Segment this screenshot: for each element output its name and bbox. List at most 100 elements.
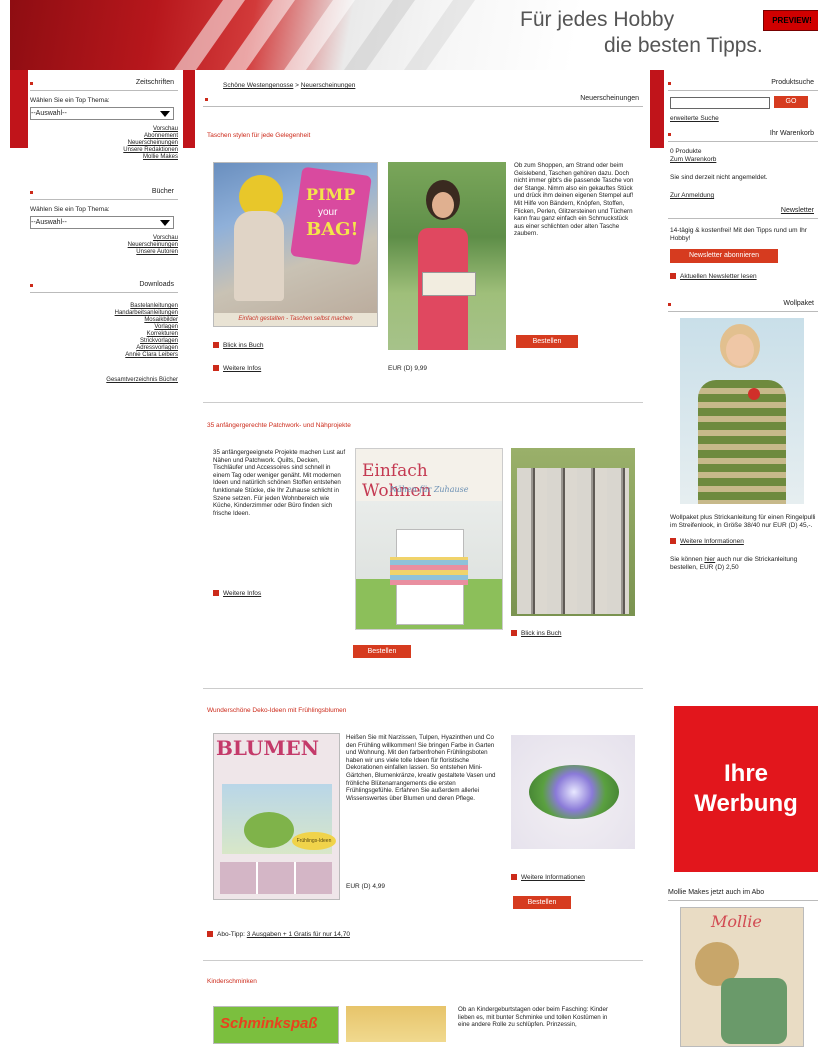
article2-headline: 35 anfängergerechte Patchwork- und Nähpr…	[207, 422, 351, 429]
section-header: Neuerscheinungen	[203, 94, 643, 107]
buecher-links: Vorschau Neuerscheinungen Unsere Autoren	[30, 235, 178, 256]
downloads-header: Downloads	[30, 280, 178, 293]
bullet-icon	[670, 538, 676, 545]
model-sweater	[698, 380, 786, 504]
select-value: --Auswahl--	[31, 219, 67, 226]
wolle-info: Weitere Informationen	[670, 538, 818, 546]
cover-title: Schminkspaß	[220, 1015, 318, 1032]
bullet-icon	[213, 365, 219, 372]
photo-fabrics	[517, 468, 629, 614]
blick-ins-buch-link[interactable]: Blick ins Buch	[223, 342, 263, 349]
link-abonnement[interactable]: Abonnement	[30, 133, 178, 140]
link-autoren[interactable]: Unsere Autoren	[30, 249, 178, 256]
link-gesamtverzeichnis[interactable]: Gesamtverzeichnis Bücher	[30, 377, 178, 384]
section-title: Neuerscheinungen	[580, 95, 639, 102]
left-red-bar	[10, 70, 28, 148]
article1-order-button[interactable]: Bestellen	[516, 335, 578, 348]
left-red-bar	[183, 70, 195, 148]
link-adressvorlagen[interactable]: Adressvorlagen	[30, 345, 178, 352]
advanced-search-link[interactable]: erweiterte Suche	[670, 115, 818, 123]
header-banner: Für jedes Hobby die besten Tipps. PREVIE…	[10, 0, 818, 70]
mollie-cover-image[interactable]: Mollie	[680, 907, 804, 1047]
cover-person	[234, 211, 284, 301]
cover-subtitle: Einfach gestalten - Taschen selbst mache…	[214, 313, 377, 326]
link-korrekturen[interactable]: Korrekturen	[30, 331, 178, 338]
article4-photo	[346, 1006, 446, 1042]
article4-headline: Kinderschminken	[207, 978, 257, 985]
zeitschriften-title: Zeitschriften	[135, 79, 174, 86]
wolle-image[interactable]	[680, 318, 804, 504]
article1-cover-image[interactable]: PIMP your BAG! Einfach gestalten - Tasch…	[213, 162, 378, 327]
zeitschriften-links: Vorschau Abonnement Neuerscheinungen Uns…	[30, 126, 178, 161]
link-annie-clara[interactable]: Annie Clara Leibers	[30, 352, 178, 359]
link-redaktionen[interactable]: Unsere Redaktionen	[30, 147, 178, 154]
link-bastelanleitungen[interactable]: Bastelanleitungen	[30, 303, 178, 310]
article3-photo	[511, 735, 635, 849]
bullet-icon	[30, 284, 33, 287]
breadcrumb-item[interactable]: Schöne Westengenosse	[223, 82, 293, 89]
bullet-icon	[511, 630, 517, 637]
weitere-infos-link[interactable]: Weitere Infos	[223, 365, 261, 372]
bullet-icon	[213, 342, 219, 349]
newsletter-button-row: Newsletter abonnieren	[668, 249, 818, 267]
article4-cover-image[interactable]: Schminkspaß	[213, 1006, 339, 1044]
cart-link[interactable]: Zum Warenkorb	[670, 156, 818, 164]
cover-badge: Frühlings-Ideen	[292, 832, 336, 850]
article1-body: Ob zum Shoppen, am Strand oder beim Geis…	[514, 162, 634, 238]
link-neuerscheinungen[interactable]: Neuerscheinungen	[30, 242, 178, 249]
bullet-icon	[30, 82, 33, 85]
login-link[interactable]: Zur Anmeldung	[670, 192, 818, 200]
weitere-infos-link[interactable]: Weitere Infos	[223, 590, 261, 597]
article2-order-button[interactable]: Bestellen	[353, 645, 411, 658]
link-vorlagen[interactable]: Vorlagen	[30, 324, 178, 331]
bullet-icon	[668, 303, 671, 306]
article1-photo	[388, 162, 506, 350]
abo-link[interactable]: 3 Ausgaben + 1 Gratis für nur 14,70	[247, 931, 350, 938]
newsletter-read-link[interactable]: Aktuellen Newsletter lesen	[680, 273, 757, 280]
blick-ins-buch-link[interactable]: Blick ins Buch	[521, 630, 561, 637]
wolle-here-link[interactable]: hier	[704, 556, 715, 563]
preview-button[interactable]: PREVIEW!	[763, 10, 818, 31]
photo-flowers	[529, 765, 619, 819]
breadcrumb-item[interactable]: Neuerscheinungen	[301, 82, 356, 89]
search-input[interactable]	[670, 97, 770, 109]
cart-title: Ihr Warenkorb	[769, 130, 814, 137]
buecher-header: Bücher	[30, 187, 178, 200]
link-vorschau[interactable]: Vorschau	[30, 235, 178, 242]
article3-body: Heißen Sie mit Narzissen, Tulpen, Hyazin…	[346, 734, 496, 802]
gesamtverzeichnis: Gesamtverzeichnis Bücher	[30, 377, 178, 384]
wolle-info-link[interactable]: Weitere Informationen	[680, 538, 744, 545]
search-go-button[interactable]: GO	[774, 96, 808, 108]
cover-plant	[244, 812, 294, 848]
article3-order-button[interactable]: Bestellen	[513, 896, 571, 909]
buecher-prompt: Wählen Sie ein Top Thema:	[30, 206, 110, 213]
downloads-title: Downloads	[139, 281, 174, 288]
weitere-informationen-link[interactable]: Weitere Informationen	[521, 874, 585, 881]
link-neuerscheinungen[interactable]: Neuerscheinungen	[30, 140, 178, 147]
abo-label: Abo-Tipp:	[217, 931, 245, 938]
link-strickvorlagen[interactable]: Strickvorlagen	[30, 338, 178, 345]
article3-cover-image[interactable]: BLUMEN Frühlings-Ideen	[213, 733, 340, 900]
header-tagline-1: Für jedes Hobby	[520, 8, 675, 31]
newsletter-read: Aktuellen Newsletter lesen	[670, 273, 818, 281]
link-mosaikbilder[interactable]: Mosaikbilder	[30, 317, 178, 324]
article3-headline: Wunderschöne Deko-Ideen mit Frühlingsblu…	[207, 707, 347, 714]
cover-title-2: your	[318, 207, 338, 218]
newsletter-subscribe-button[interactable]: Newsletter abonnieren	[670, 249, 778, 263]
ad-banner[interactable]: Ihre Werbung	[674, 706, 818, 872]
link-mollie-makes[interactable]: Mollie Makes	[30, 154, 178, 161]
cover-quilts	[390, 557, 468, 585]
mollie-header: Mollie Makes jetzt auch im Abo	[668, 888, 818, 901]
wolle-title: Wollpaket	[783, 300, 814, 307]
zeitschriften-header: Zeitschriften	[30, 78, 178, 91]
article2-photo	[511, 448, 635, 616]
dropdown-arrow-icon	[160, 111, 170, 117]
article2-body: 35 anfängergeeignete Projekte machen Lus…	[213, 449, 346, 517]
buecher-select[interactable]: --Auswahl--	[30, 216, 174, 229]
select-value: --Auswahl--	[31, 110, 67, 117]
zeitschriften-select[interactable]: --Auswahl--	[30, 107, 174, 120]
link-vorschau[interactable]: Vorschau	[30, 126, 178, 133]
article2-cover-image[interactable]: Einfach Wohnen Nähen für Zuhause	[355, 448, 503, 630]
bullet-icon	[205, 98, 208, 101]
link-handarbeitsanleitungen[interactable]: Handarbeitsanleitungen	[30, 310, 178, 317]
